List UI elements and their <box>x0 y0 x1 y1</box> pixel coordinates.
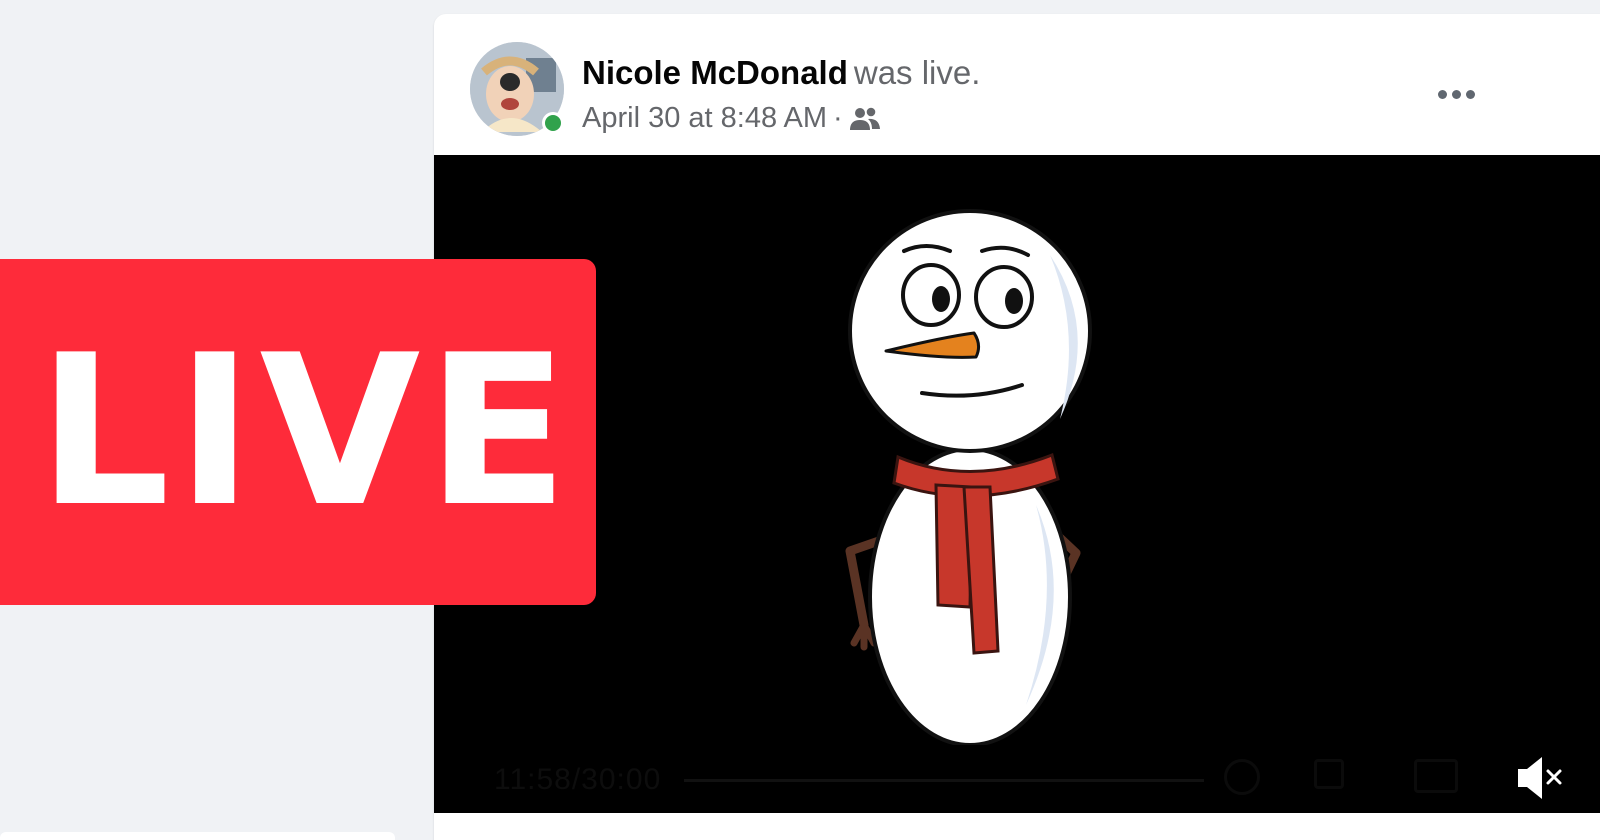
video-player[interactable]: 11:58/30:00 <box>434 155 1600 813</box>
snowman-illustration <box>845 209 1092 745</box>
author-avatar-wrapper[interactable] <box>470 42 564 136</box>
meta-separator: · <box>833 102 843 134</box>
post-card: Nicole McDonald was live. April 30 at 8:4… <box>434 14 1600 840</box>
left-column-card <box>0 832 395 840</box>
post-header: Nicole McDonald was live. April 30 at 8:4… <box>434 14 1600 154</box>
live-badge-text: LIVE <box>37 311 575 553</box>
online-status-dot <box>542 112 564 134</box>
more-dot <box>1437 89 1447 99</box>
settings-icon[interactable] <box>1224 759 1260 795</box>
more-dot <box>1465 89 1475 99</box>
friends-icon[interactable] <box>849 106 881 132</box>
post-timestamp-link[interactable]: April 30 at 8:48 AM <box>582 104 827 133</box>
miniplayer-icon[interactable] <box>1414 759 1458 793</box>
more-dot <box>1451 89 1461 99</box>
muted-speaker-icon[interactable] <box>1516 753 1566 803</box>
video-progress-bar[interactable] <box>684 779 1204 782</box>
post-meta: April 30 at 8:48 AM · <box>582 104 881 133</box>
author-line: Nicole McDonald was live. <box>582 56 980 89</box>
more-options-icon[interactable] <box>1428 74 1484 114</box>
author-name-link[interactable]: Nicole McDonald <box>582 54 848 91</box>
video-controls: 11:58/30:00 <box>434 723 1600 813</box>
post-action-text: was live. <box>853 54 981 91</box>
video-time-readout: 11:58/30:00 <box>494 763 662 796</box>
live-badge: LIVE <box>0 259 596 605</box>
fullscreen-icon[interactable] <box>1314 759 1344 789</box>
page: Nicole McDonald was live. April 30 at 8:4… <box>0 0 1600 840</box>
